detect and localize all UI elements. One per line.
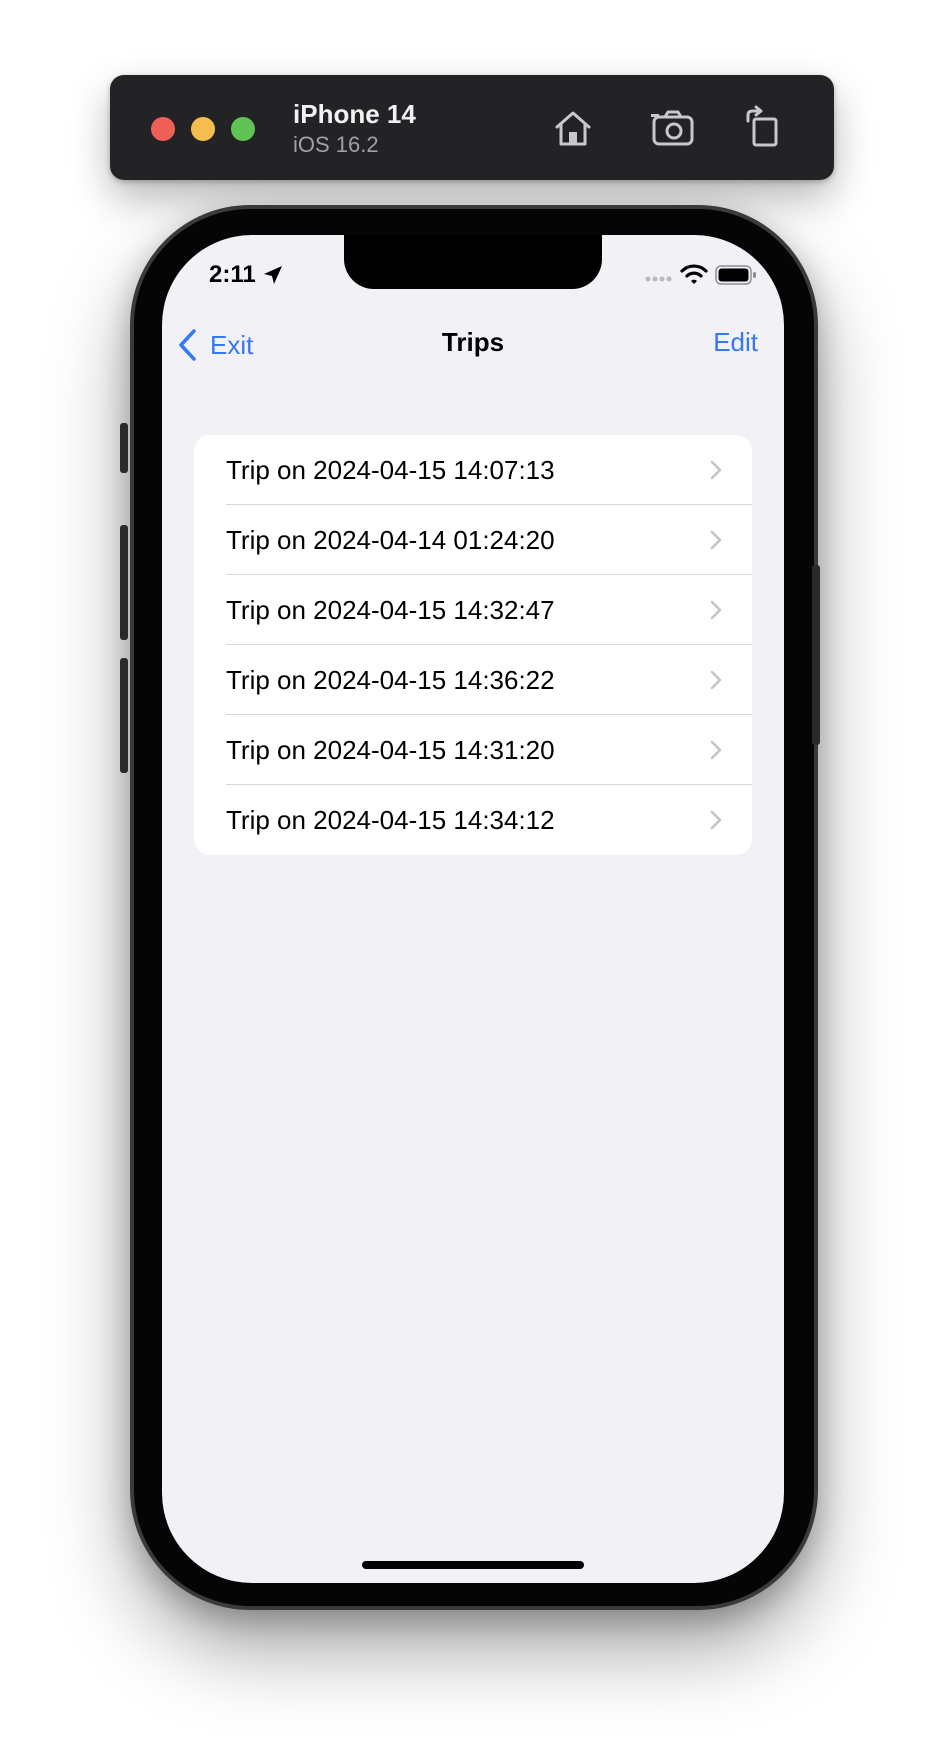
- chevron-right-icon: [710, 600, 722, 620]
- cellular-signal-icon: [645, 276, 672, 282]
- trip-row[interactable]: Trip on 2024-04-15 14:07:13: [194, 435, 752, 505]
- screenshot-button[interactable]: [650, 105, 696, 151]
- trip-row[interactable]: Trip on 2024-04-14 01:24:20: [194, 505, 752, 575]
- chevron-right-icon: [710, 740, 722, 760]
- notch: [344, 235, 602, 289]
- trip-row[interactable]: Trip on 2024-04-15 14:36:22: [194, 645, 752, 715]
- chevron-right-icon: [710, 670, 722, 690]
- volume-down-button: [120, 658, 128, 773]
- chevron-right-icon: [710, 530, 722, 550]
- edit-button[interactable]: Edit: [713, 327, 758, 358]
- trips-list: Trip on 2024-04-15 14:07:13 Trip on 2024…: [194, 435, 752, 855]
- volume-up-button: [120, 525, 128, 640]
- trip-row-label: Trip on 2024-04-15 14:07:13: [226, 455, 555, 485]
- device-screen: 2:11 Exit Trips Edit Trip on 2024-04-15 …: [162, 235, 784, 1583]
- power-button: [812, 565, 820, 745]
- trip-row[interactable]: Trip on 2024-04-15 14:31:20: [194, 715, 752, 785]
- trip-row-label: Trip on 2024-04-14 01:24:20: [226, 525, 555, 555]
- camera-icon: [651, 110, 694, 146]
- home-icon: [555, 111, 591, 146]
- trip-row[interactable]: Trip on 2024-04-15 14:32:47: [194, 575, 752, 645]
- page-title: Trips: [441, 327, 505, 357]
- battery-icon: [715, 265, 756, 285]
- simulator-window: iPhone 14 iOS 16.2 2:11 Exit Trips Edit …: [0, 0, 946, 1764]
- zoom-window-button[interactable]: [231, 117, 255, 141]
- trip-row-label: Trip on 2024-04-15 14:32:47: [226, 595, 555, 625]
- mute-switch: [120, 423, 128, 473]
- rotate-button[interactable]: [740, 105, 786, 151]
- minimize-window-button[interactable]: [191, 117, 215, 141]
- trip-row-label: Trip on 2024-04-15 14:34:12: [226, 805, 555, 835]
- location-arrow-icon: [264, 266, 282, 284]
- trip-row[interactable]: Trip on 2024-04-15 14:34:12: [194, 785, 752, 855]
- home-indicator[interactable]: [362, 1561, 584, 1569]
- trip-row-label: Trip on 2024-04-15 14:31:20: [226, 735, 555, 765]
- device-os-version: iOS 16.2: [293, 132, 379, 157]
- wifi-icon: [680, 264, 708, 284]
- chevron-right-icon: [710, 810, 722, 830]
- chevron-right-icon: [710, 460, 722, 480]
- rotate-icon: [746, 105, 778, 147]
- simulator-toolbar: iPhone 14 iOS 16.2: [110, 75, 834, 180]
- status-time: 2:11: [209, 261, 256, 288]
- trip-row-label: Trip on 2024-04-15 14:36:22: [226, 665, 555, 695]
- close-window-button[interactable]: [151, 117, 175, 141]
- home-button[interactable]: [550, 105, 596, 151]
- device-name: iPhone 14: [293, 99, 416, 129]
